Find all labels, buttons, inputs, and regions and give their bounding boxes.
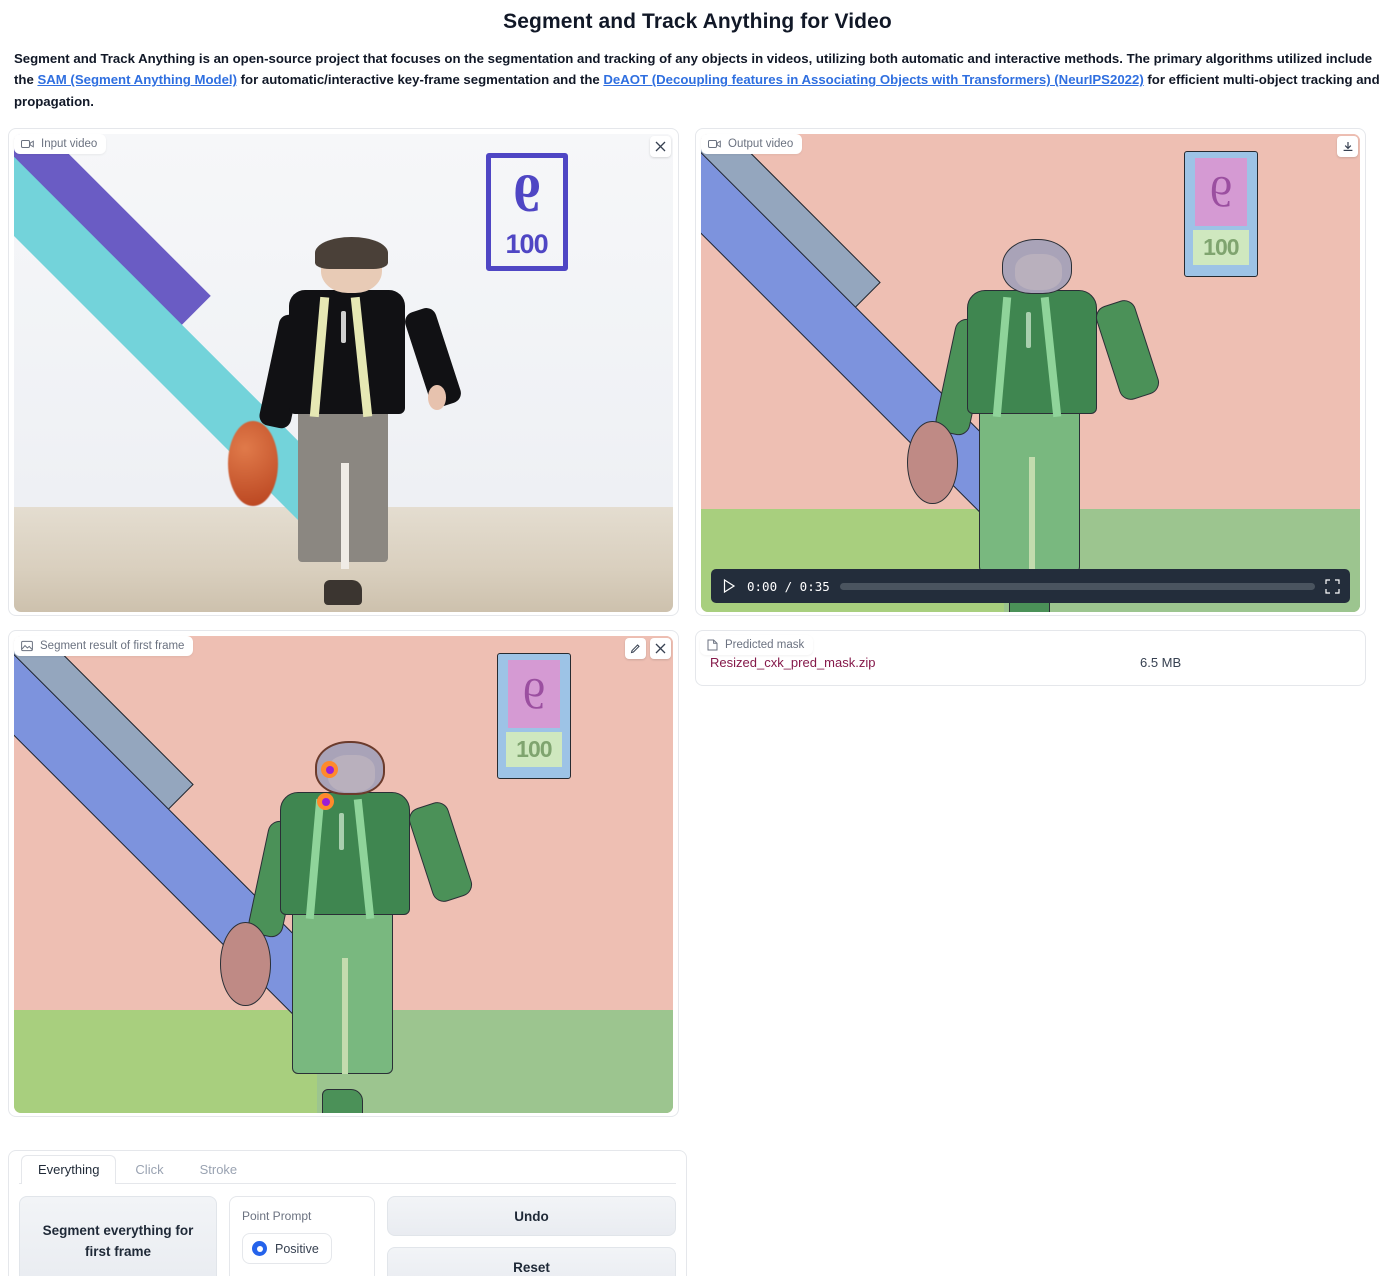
- wall-logo: 9 100: [486, 153, 568, 271]
- undo-button[interactable]: Undo: [387, 1196, 676, 1236]
- file-size: 6.5 MB: [1140, 655, 1395, 670]
- segment-result-actions: [625, 638, 671, 659]
- panels-row-top: Input video: [8, 128, 1387, 616]
- segment-result-frame[interactable]: 9 100: [14, 636, 673, 1113]
- input-video-label: Input video: [14, 134, 106, 154]
- wall-logo-letter: 9: [1210, 170, 1232, 214]
- image-icon: [21, 640, 33, 652]
- point-prompt-positive-label: Positive: [275, 1242, 319, 1256]
- radio-selected-icon: [252, 1241, 267, 1256]
- close-icon[interactable]: [650, 136, 671, 157]
- wall-logo-mask: 9 100: [1184, 151, 1258, 277]
- page-title: Segment and Track Anything for Video: [14, 10, 1381, 34]
- link-sam[interactable]: SAM (Segment Anything Model): [37, 72, 237, 87]
- wall-logo-letter: 9: [513, 166, 540, 220]
- wall-logo-number: 100: [1203, 234, 1238, 261]
- point-prompt-group: Point Prompt Positive: [229, 1196, 375, 1276]
- controls-body: Segment everything for first frame Point…: [19, 1184, 676, 1276]
- segment-result-label-text: Segment result of first frame: [40, 640, 184, 652]
- output-video-label: Output video: [701, 134, 802, 154]
- link-deaot[interactable]: DeAOT (Decoupling features in Associatin…: [603, 72, 1143, 87]
- point-prompt-title: Point Prompt: [242, 1209, 362, 1223]
- wall-logo-number: 100: [506, 231, 548, 258]
- output-video-frame[interactable]: 9 100: [701, 134, 1360, 612]
- segment-result-label: Segment result of first frame: [14, 636, 193, 656]
- segment-result-column: Segment result of first frame: [8, 630, 679, 1117]
- segment-everything-button[interactable]: Segment everything for first frame: [19, 1196, 217, 1276]
- predicted-mask-label-text: Predicted mask: [725, 639, 804, 651]
- tab-stroke[interactable]: Stroke: [183, 1155, 255, 1184]
- wall-logo-letter: 9: [523, 672, 545, 716]
- input-video-label-text: Input video: [41, 138, 97, 150]
- input-video-artwork: 9 100: [14, 134, 673, 612]
- description-text-2: for automatic/interactive key-frame segm…: [237, 72, 603, 87]
- input-video-panel: Input video: [8, 128, 679, 616]
- download-icon[interactable]: [1337, 136, 1358, 157]
- close-icon[interactable]: [650, 638, 671, 659]
- click-point-2[interactable]: [317, 793, 334, 810]
- input-video-frame[interactable]: 9 100: [14, 134, 673, 612]
- wall-logo-mask: 9 100: [497, 653, 571, 779]
- segment-result-artwork: 9 100: [14, 636, 673, 1113]
- page-description: Segment and Track Anything is an open-so…: [14, 48, 1381, 112]
- wall-logo-number: 100: [516, 736, 551, 763]
- file-icon: [707, 639, 718, 651]
- output-video-artwork: 9 100: [701, 134, 1360, 612]
- video-camera-icon: [708, 139, 721, 149]
- video-camera-icon: [21, 139, 34, 149]
- input-video-column: Input video: [8, 128, 679, 616]
- controls-card: Everything Click Stroke Segment everythi…: [8, 1150, 687, 1276]
- tab-everything[interactable]: Everything: [21, 1155, 116, 1184]
- fullscreen-icon[interactable]: [1325, 579, 1340, 594]
- action-buttons: Undo Reset: [387, 1196, 676, 1276]
- person-mask: [271, 741, 429, 1104]
- predicted-mask-panel: Predicted mask Resized_cxk_pred_mask.zip…: [695, 630, 1366, 686]
- panels-row-bottom: Segment result of first frame: [8, 630, 1387, 1117]
- click-point-1[interactable]: [321, 761, 338, 778]
- output-video-panel: Output video: [695, 128, 1366, 616]
- predicted-mask-column: Predicted mask Resized_cxk_pred_mask.zip…: [695, 630, 1366, 1117]
- person-mask: [958, 239, 1116, 602]
- panels-grid: Input video: [8, 128, 1387, 1117]
- predicted-mask-label: Predicted mask: [700, 635, 813, 655]
- video-time-display: 0:00 / 0:35: [747, 579, 830, 594]
- play-icon[interactable]: [721, 578, 737, 594]
- output-video-column: Output video: [695, 128, 1366, 616]
- output-video-actions: [1337, 136, 1358, 157]
- segment-result-panel: Segment result of first frame: [8, 630, 679, 1117]
- video-player-controls: 0:00 / 0:35: [711, 569, 1350, 603]
- input-video-actions: [650, 136, 671, 157]
- mode-tabs: Everything Click Stroke: [21, 1151, 676, 1183]
- app-root: Segment and Track Anything for Video Seg…: [0, 10, 1395, 1276]
- person-raw: [278, 244, 423, 598]
- output-video-label-text: Output video: [728, 138, 793, 150]
- tab-click[interactable]: Click: [118, 1155, 180, 1184]
- reset-button[interactable]: Reset: [387, 1247, 676, 1276]
- file-name: Resized_cxk_pred_mask.zip: [710, 655, 1140, 670]
- point-prompt-positive-radio[interactable]: Positive: [242, 1233, 332, 1264]
- pencil-icon[interactable]: [625, 638, 646, 659]
- video-progress-bar[interactable]: [840, 583, 1315, 590]
